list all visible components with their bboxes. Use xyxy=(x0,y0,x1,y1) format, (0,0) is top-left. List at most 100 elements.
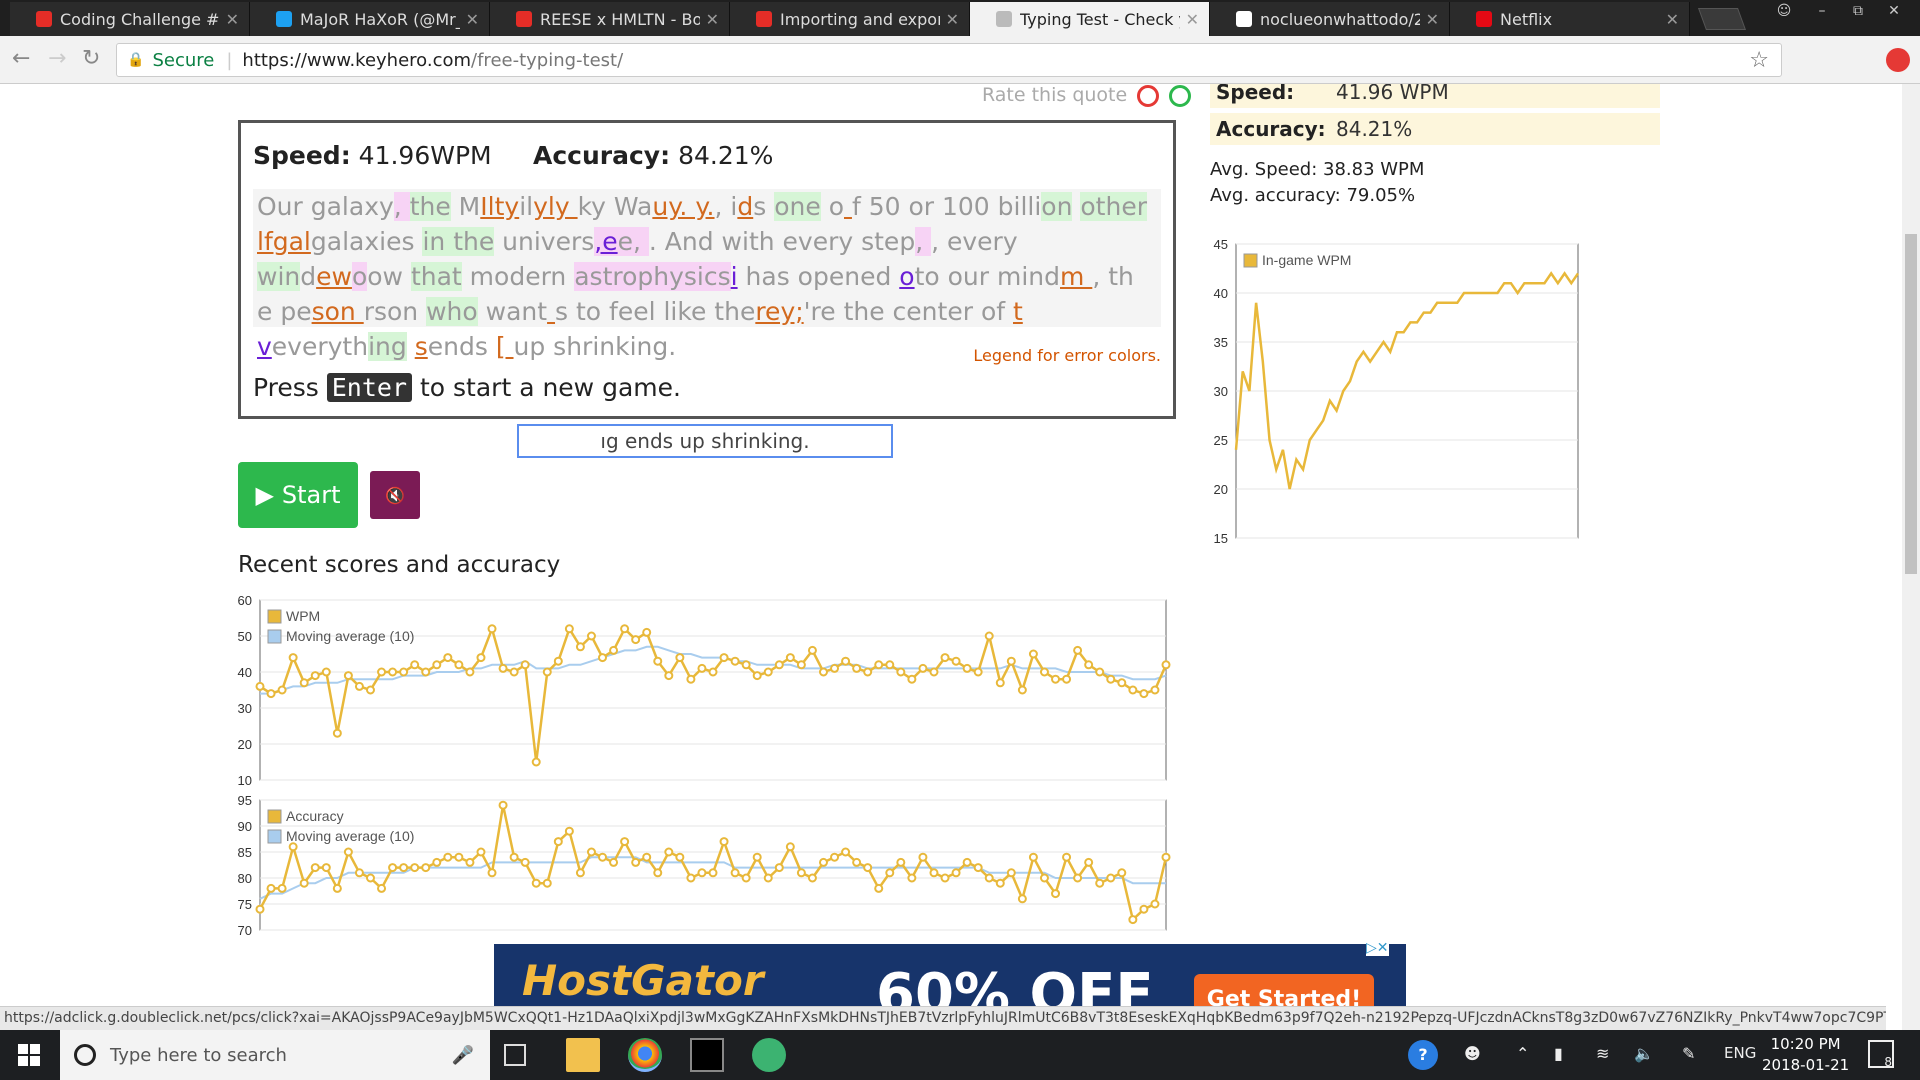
tray-chevron-icon[interactable]: ⌃ xyxy=(1516,1044,1529,1063)
legend-swatch xyxy=(267,629,282,644)
data-point xyxy=(1017,894,1027,904)
back-icon[interactable]: ← xyxy=(12,46,30,71)
close-tab-icon[interactable]: ✕ xyxy=(1666,10,1679,29)
file-explorer-icon[interactable] xyxy=(566,1038,600,1072)
browser-tab[interactable]: Typing Test - Check your ✕ xyxy=(970,2,1210,36)
y-tick-label: 10 xyxy=(238,773,252,788)
data-point xyxy=(631,857,641,867)
data-point xyxy=(1106,674,1116,684)
scrollbar-thumb[interactable] xyxy=(1905,234,1917,574)
reload-icon[interactable]: ↻ xyxy=(82,46,100,71)
data-point xyxy=(1028,649,1038,659)
data-point xyxy=(288,653,298,663)
y-tick-label: 70 xyxy=(238,923,252,938)
wifi-icon[interactable]: ≋ xyxy=(1596,1044,1609,1063)
profile-icon[interactable]: ☺ xyxy=(1766,0,1802,24)
browser-tab[interactable]: Netflix ✕ xyxy=(1450,2,1690,36)
data-point xyxy=(763,667,773,677)
minimize-button[interactable]: – xyxy=(1804,0,1840,24)
data-point xyxy=(498,800,508,810)
taskbar-search[interactable]: Type here to search 🎤 xyxy=(60,1030,490,1080)
data-point xyxy=(553,837,563,847)
tab-title: Importing and exporting xyxy=(780,9,940,29)
scrollbar[interactable] xyxy=(1902,84,1920,1030)
clock[interactable]: 10:20 PM 2018-01-21 xyxy=(1762,1034,1849,1076)
chrome-taskbar-icon[interactable] xyxy=(628,1038,662,1072)
data-point xyxy=(686,873,696,883)
terminal-icon[interactable] xyxy=(690,1038,724,1072)
microphone-icon[interactable]: 🎤 xyxy=(452,1045,474,1066)
data-point xyxy=(818,667,828,677)
data-point xyxy=(796,868,806,878)
data-point xyxy=(1051,889,1061,899)
close-tab-icon[interactable]: ✕ xyxy=(466,10,479,29)
browser-tab[interactable]: Coding Challenge #75: W ✕ xyxy=(10,2,250,36)
data-point xyxy=(609,857,619,867)
maximize-button[interactable]: ⧉ xyxy=(1840,0,1876,24)
data-point xyxy=(520,660,530,670)
notifications-icon[interactable]: 8 xyxy=(1868,1040,1894,1069)
close-tab-icon[interactable]: ✕ xyxy=(1186,10,1199,29)
tab-title: noclueonwhattodo/20-ti xyxy=(1260,9,1420,29)
data-point xyxy=(719,653,729,663)
data-point xyxy=(1017,685,1027,695)
data-point xyxy=(365,873,375,883)
browser-tab[interactable]: REESE x HMLTN - Boo ✕ xyxy=(490,2,730,36)
data-point xyxy=(675,852,685,862)
browser-tab[interactable]: noclueonwhattodo/20-ti ✕ xyxy=(1210,2,1450,36)
pen-icon[interactable]: ✎ xyxy=(1682,1044,1695,1063)
close-tab-icon[interactable]: ✕ xyxy=(946,10,959,29)
forward-icon[interactable]: → xyxy=(48,46,66,71)
bookmark-star-icon[interactable]: ☆ xyxy=(1749,48,1769,73)
close-tab-icon[interactable]: ✕ xyxy=(1426,10,1439,29)
close-tab-icon[interactable]: ✕ xyxy=(226,10,239,29)
help-icon[interactable]: ? xyxy=(1408,1040,1438,1070)
legend-label: In-game WPM xyxy=(1262,252,1351,268)
volume-icon[interactable]: 🔈 xyxy=(1634,1044,1654,1063)
github-icon xyxy=(1236,11,1252,27)
data-point xyxy=(299,878,309,888)
legend-label: WPM xyxy=(286,608,320,624)
data-point xyxy=(741,660,751,670)
language-indicator[interactable]: ENG xyxy=(1724,1044,1756,1062)
data-point xyxy=(299,678,309,688)
battery-icon[interactable]: ▮ xyxy=(1554,1044,1563,1063)
y-tick-label: 40 xyxy=(1214,286,1228,301)
data-point xyxy=(542,667,552,677)
data-point xyxy=(841,656,851,666)
extension-icon[interactable] xyxy=(1886,48,1910,72)
data-point xyxy=(410,863,420,873)
data-point xyxy=(288,842,298,852)
y-tick-label: 20 xyxy=(238,737,252,752)
browser-tab[interactable]: Importing and exporting ✕ xyxy=(730,2,970,36)
data-point xyxy=(586,631,596,641)
url-field[interactable]: 🔒 Secure | https://www.keyhero.com/free-… xyxy=(116,43,1782,77)
y-tick-label: 35 xyxy=(1214,335,1228,350)
y-tick-label: 60 xyxy=(238,593,252,608)
task-view-icon[interactable] xyxy=(504,1044,526,1066)
data-point xyxy=(918,852,928,862)
data-point xyxy=(410,660,420,670)
y-tick-label: 30 xyxy=(238,701,252,716)
data-point xyxy=(785,653,795,663)
side-speed: Speed: 41.96 WPM xyxy=(1210,84,1660,108)
y-tick-label: 80 xyxy=(238,871,252,886)
new-tab-button[interactable] xyxy=(1697,8,1747,30)
data-point xyxy=(310,863,320,873)
browser-tab[interactable]: MaJoR HaXoR (@Mr_Osu ✕ xyxy=(250,2,490,36)
close-tab-icon[interactable]: ✕ xyxy=(706,10,719,29)
address-bar: ← → ↻ 🔒 Secure | https://www.keyhero.com… xyxy=(0,36,1920,84)
data-point xyxy=(708,667,718,677)
close-window-button[interactable]: ✕ xyxy=(1876,0,1912,24)
data-point xyxy=(1161,852,1171,862)
data-point xyxy=(730,656,740,666)
windows-start-icon[interactable] xyxy=(18,1044,40,1066)
people-icon[interactable]: ☻ xyxy=(1464,1044,1481,1063)
ad-choices-icon[interactable]: ▷✕ xyxy=(1366,940,1389,956)
data-point xyxy=(1073,645,1083,655)
data-point xyxy=(642,852,652,862)
data-point xyxy=(697,663,707,673)
app-icon[interactable] xyxy=(752,1038,786,1072)
y-tick-label: 75 xyxy=(238,897,252,912)
data-point xyxy=(377,667,387,677)
